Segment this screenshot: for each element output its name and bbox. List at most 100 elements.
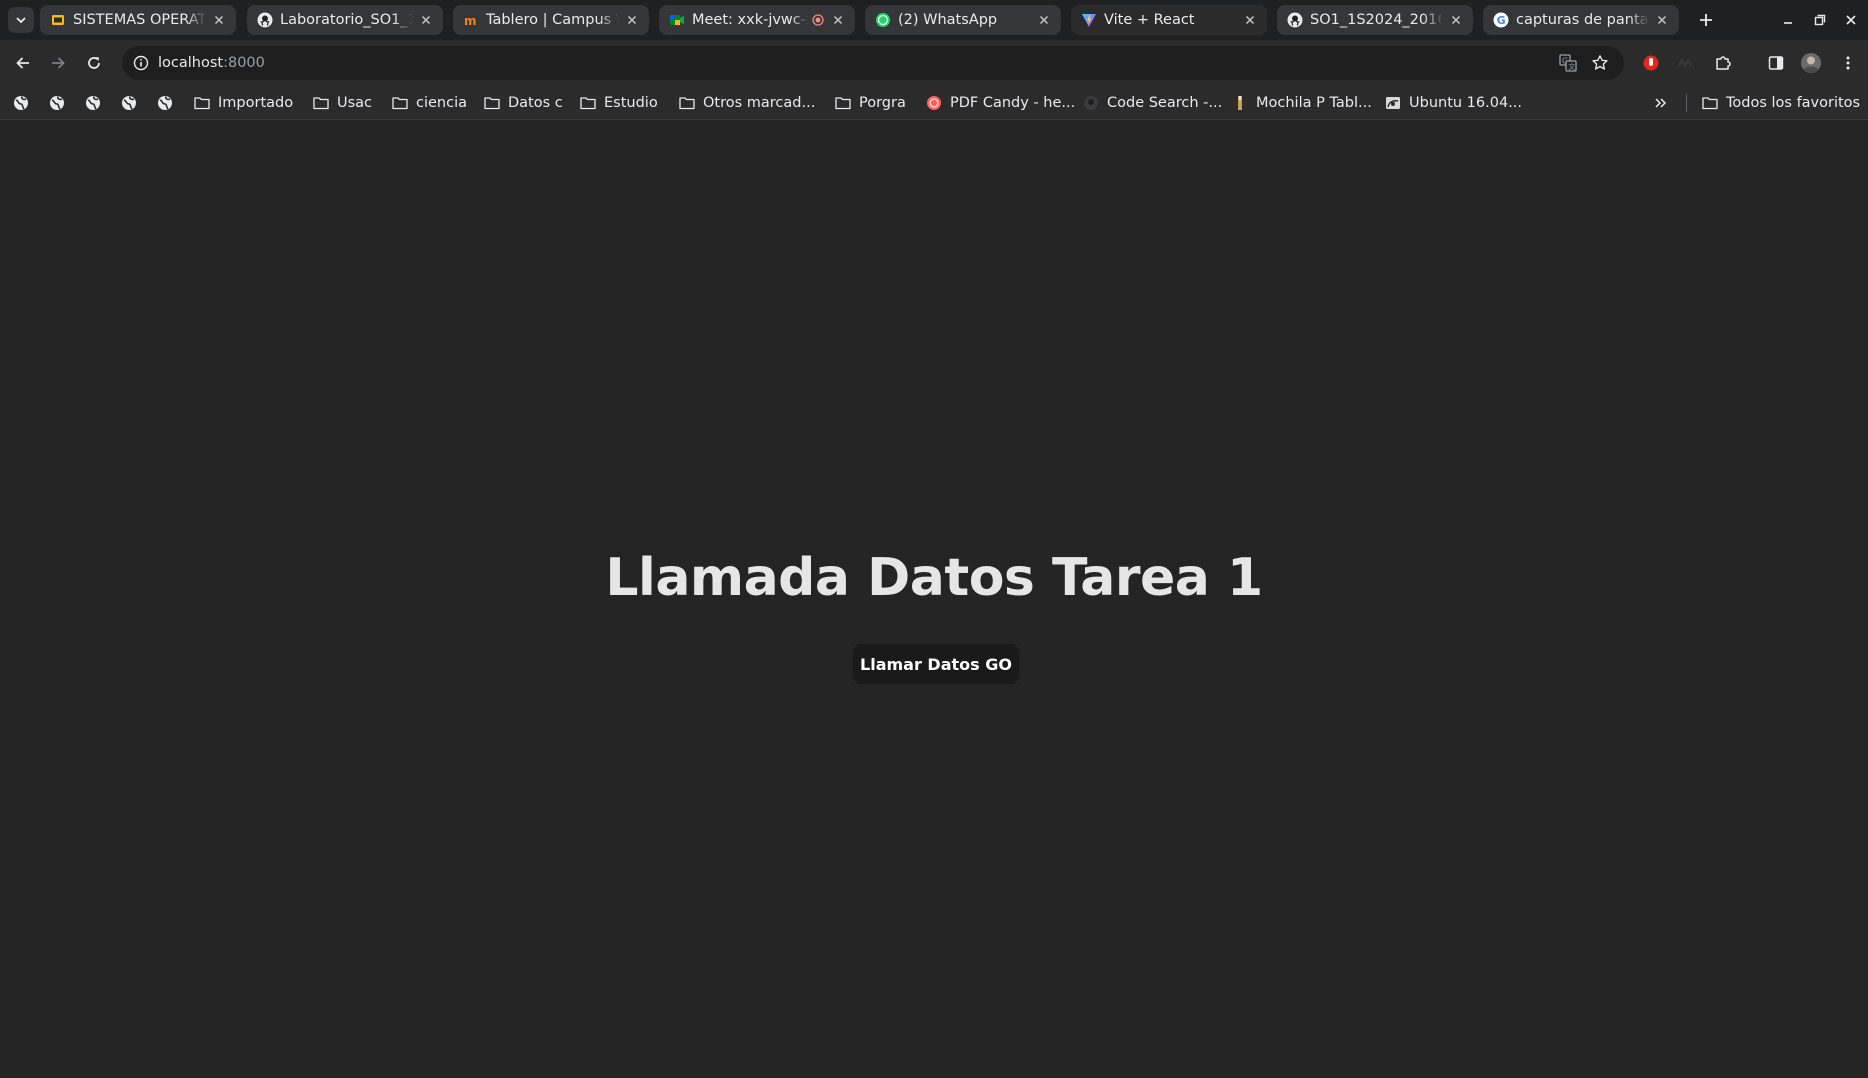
tab-sistemas-operativos[interactable]: SISTEMAS OPERATIVOS	[40, 5, 236, 35]
tab-search-button[interactable]	[8, 7, 34, 33]
svg-text:G: G	[1497, 14, 1506, 27]
chevron-down-icon	[16, 17, 26, 24]
arrow-right-icon	[52, 57, 65, 69]
globe-icon[interactable]	[49, 95, 65, 111]
bookmark-folder-estudio[interactable]: Estudio	[580, 92, 658, 114]
tab-title: SO1_1S2024_201602	[1310, 12, 1443, 28]
tab-capturas[interactable]: G capturas de pantalla	[1483, 5, 1679, 35]
bookmark-folder-datos-c[interactable]: Datos c	[484, 92, 563, 114]
more-bookmarks-button[interactable]	[1654, 92, 1668, 114]
tab-title: SISTEMAS OPERATIVOS	[73, 12, 206, 28]
close-icon[interactable]	[829, 11, 847, 29]
all-bookmarks-folder[interactable]: Todos los favoritos	[1702, 92, 1860, 114]
close-icon[interactable]	[210, 11, 228, 29]
bookmark-label: Ubuntu 16.04...	[1409, 95, 1523, 111]
reload-button[interactable]	[80, 49, 108, 77]
globe-icon[interactable]	[85, 95, 101, 111]
double-chevron-right-icon	[1655, 98, 1667, 108]
github-icon	[257, 12, 273, 28]
browser-toolbar: localhost:8000 G文	[0, 40, 1868, 86]
tab-tablero-campus[interactable]: m Tablero | Campus Virtual	[453, 5, 649, 35]
bookmark-star-icon[interactable]	[1590, 53, 1610, 73]
folder-icon	[194, 95, 210, 111]
bookmark-pdf-candy[interactable]: PDF Candy - he...	[926, 92, 1075, 114]
url-host: localhost	[158, 55, 224, 71]
minimize-button[interactable]	[1778, 10, 1798, 30]
extension-button-red[interactable]	[1637, 49, 1665, 77]
pdfcandy-icon	[926, 95, 942, 111]
tab-whatsapp[interactable]: (2) WhatsApp	[865, 5, 1061, 35]
extensions-button[interactable]	[1709, 49, 1737, 77]
close-icon[interactable]	[1653, 11, 1671, 29]
globe-icon[interactable]	[121, 95, 137, 111]
bookmark-label: Porgra	[859, 95, 906, 111]
bookmark-label: ciencia	[416, 95, 467, 111]
menu-button[interactable]	[1834, 49, 1862, 77]
reload-icon	[88, 57, 100, 69]
close-icon[interactable]	[1447, 11, 1465, 29]
tab-vite-react[interactable]: Vite + React	[1071, 5, 1267, 35]
moodle-icon: m	[463, 12, 479, 28]
folder-icon	[580, 95, 596, 111]
close-window-button[interactable]	[1841, 10, 1861, 30]
arrow-left-icon	[16, 57, 29, 69]
address-bar[interactable]: localhost:8000 G文	[122, 46, 1624, 80]
call-data-go-button[interactable]: Llamar Datos GO	[853, 644, 1019, 684]
tab-title: (2) WhatsApp	[898, 12, 998, 28]
whatsapp-icon	[875, 12, 891, 28]
ubuntu-icon	[1385, 95, 1401, 111]
recording-icon	[811, 13, 825, 27]
globe-icon[interactable]	[157, 95, 173, 111]
vite-icon	[1081, 12, 1097, 28]
close-icon	[1846, 15, 1856, 25]
bookmark-label: Importado	[218, 95, 294, 111]
page-content: Llamada Datos Tarea 1 Llamar Datos GO	[0, 120, 1868, 1078]
folder-icon	[1702, 95, 1718, 111]
bookmark-folder-porgra[interactable]: Porgra	[835, 92, 906, 114]
bookmark-label: Estudio	[604, 95, 658, 111]
profile-button[interactable]	[1797, 49, 1825, 77]
bookmark-folder-usac[interactable]: Usac	[313, 92, 372, 114]
folder-icon	[392, 95, 408, 111]
folder-icon	[679, 95, 695, 111]
tab-laboratorio[interactable]: Laboratorio_SO1_1S2024	[247, 5, 443, 35]
new-tab-button[interactable]	[1694, 8, 1718, 32]
bookmark-ubuntu[interactable]: Ubuntu 16.04...	[1385, 92, 1522, 114]
tab-title: Vite + React	[1104, 12, 1195, 28]
tab-so1-repo[interactable]: SO1_1S2024_201602	[1277, 5, 1473, 35]
url-port: :8000	[223, 55, 265, 71]
extension-button-dark[interactable]	[1671, 49, 1699, 77]
svg-text:m: m	[464, 14, 477, 28]
close-icon[interactable]	[1035, 11, 1053, 29]
side-panel-button[interactable]	[1762, 49, 1790, 77]
bookmark-folder-importado[interactable]: Importado	[194, 92, 293, 114]
bookmark-label: Mochila P Tabl...	[1256, 95, 1372, 111]
translate-icon[interactable]: G文	[1558, 53, 1578, 73]
site-info-icon[interactable]	[133, 55, 149, 71]
tab-strip: SISTEMAS OPERATIVOS Laboratorio_SO1_1S20…	[0, 0, 1868, 40]
forward-button[interactable]	[44, 49, 72, 77]
svg-text:文: 文	[1568, 62, 1575, 71]
side-panel-icon	[1768, 56, 1784, 70]
bookmark-mochila[interactable]: Mochila P Tabl...	[1232, 92, 1372, 114]
minimize-icon	[1784, 22, 1792, 24]
bookmark-label: Code Search -...	[1107, 95, 1223, 111]
close-icon[interactable]	[417, 11, 435, 29]
tab-meet[interactable]: Meet: xxk-jvwc-zqt	[659, 5, 855, 35]
bookmark-folder-otros[interactable]: Otros marcad...	[679, 92, 815, 114]
slides-icon	[50, 12, 66, 28]
plus-icon	[1700, 14, 1712, 26]
bookmark-label: Usac	[337, 95, 373, 111]
bookmark-label: PDF Candy - he...	[950, 95, 1076, 111]
bookmark-code-search[interactable]: Code Search -...	[1083, 92, 1222, 114]
extension-dark-icon	[1678, 57, 1692, 69]
folder-icon	[313, 95, 329, 111]
restore-button[interactable]	[1810, 10, 1830, 30]
folder-icon	[484, 95, 500, 111]
google-icon: G	[1493, 12, 1509, 28]
close-icon[interactable]	[623, 11, 641, 29]
bookmark-folder-ciencia[interactable]: ciencia	[392, 92, 467, 114]
back-button[interactable]	[9, 49, 37, 77]
globe-icon[interactable]	[13, 95, 29, 111]
close-icon[interactable]	[1241, 11, 1259, 29]
